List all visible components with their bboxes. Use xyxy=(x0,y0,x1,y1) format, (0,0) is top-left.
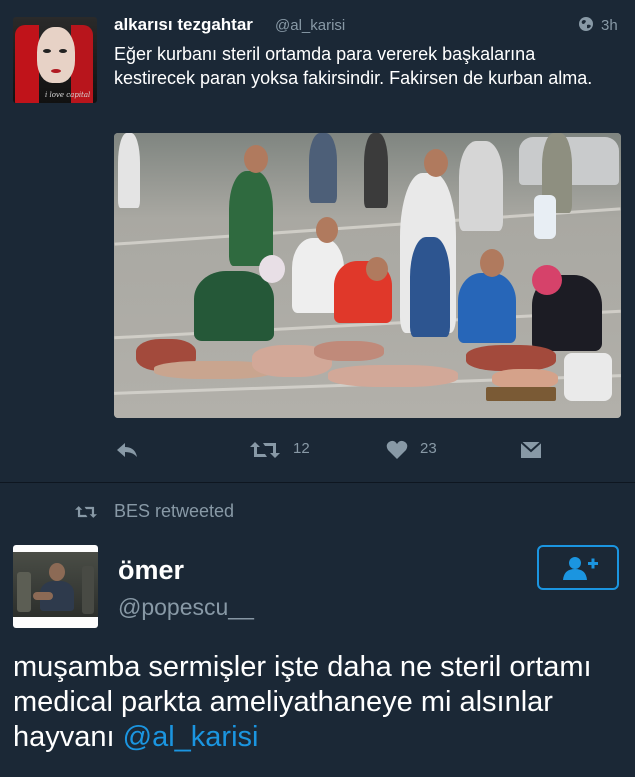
photo-person xyxy=(194,271,274,341)
retweet-count: 12 xyxy=(293,440,310,457)
photo-head xyxy=(244,145,268,173)
photo-head xyxy=(366,257,388,281)
photo-head xyxy=(480,249,504,277)
tweet-text-body: muşamba sermişler işte daha ne steril or… xyxy=(13,651,592,753)
follow-button[interactable] xyxy=(537,545,619,590)
author-avatar[interactable]: i love capital xyxy=(13,17,97,103)
photo-bucket xyxy=(564,353,612,401)
tweet-divider xyxy=(0,482,635,483)
avatar-head xyxy=(49,563,65,581)
photo-head xyxy=(424,149,448,177)
author-handle[interactable]: @popescu__ xyxy=(118,594,254,621)
photo-person xyxy=(458,273,516,343)
avatar-eye xyxy=(43,49,51,53)
avatar-photo xyxy=(13,552,98,617)
avatar-face xyxy=(37,27,75,83)
retweeted-by-label[interactable]: BES retweeted xyxy=(114,501,234,522)
avatar-bg-shape xyxy=(82,566,94,614)
author-name[interactable]: alkarısı tezgahtar xyxy=(114,15,253,35)
photo-head xyxy=(532,265,562,295)
add-user-icon xyxy=(563,557,598,580)
globe-icon xyxy=(579,17,593,31)
dm-icon[interactable] xyxy=(520,440,542,460)
photo-meat xyxy=(314,341,384,361)
mention-link[interactable]: @al_karisi xyxy=(123,721,259,753)
photo-person xyxy=(118,133,140,208)
avatar-bg-shape xyxy=(17,572,31,612)
photo-person xyxy=(309,133,337,203)
photo-person xyxy=(364,133,388,208)
retweet-icon[interactable] xyxy=(250,440,280,460)
tweet-timestamp[interactable]: 3h xyxy=(601,17,618,34)
avatar-eye xyxy=(59,49,67,53)
avatar-arm xyxy=(33,592,53,600)
photo-table xyxy=(486,387,556,401)
avatar-signature: i love capital xyxy=(45,91,91,99)
avatar-hair-left xyxy=(15,25,39,103)
photo-person xyxy=(229,171,273,266)
photo-head xyxy=(316,217,338,243)
like-count: 23 xyxy=(420,440,437,457)
photo-person xyxy=(459,141,503,231)
tweet-photo[interactable] xyxy=(114,133,621,418)
photo-meat xyxy=(328,365,458,387)
photo-person xyxy=(410,237,450,337)
tweet-text: Eğer kurbanı steril ortamda para vererek… xyxy=(114,44,593,88)
author-name[interactable]: ömer xyxy=(118,555,184,586)
retweet-icon xyxy=(75,506,97,518)
photo-bottle xyxy=(534,195,556,239)
reply-icon[interactable] xyxy=(115,440,139,460)
heart-icon[interactable] xyxy=(386,440,408,460)
author-avatar[interactable] xyxy=(13,545,98,628)
tweet-text: muşamba sermişler işte daha ne steril or… xyxy=(13,650,623,755)
avatar-lips xyxy=(51,69,61,73)
author-handle[interactable]: @al_karisi xyxy=(275,17,345,34)
photo-meat xyxy=(466,345,556,371)
photo-head xyxy=(259,255,285,283)
photo-meat xyxy=(492,369,558,389)
